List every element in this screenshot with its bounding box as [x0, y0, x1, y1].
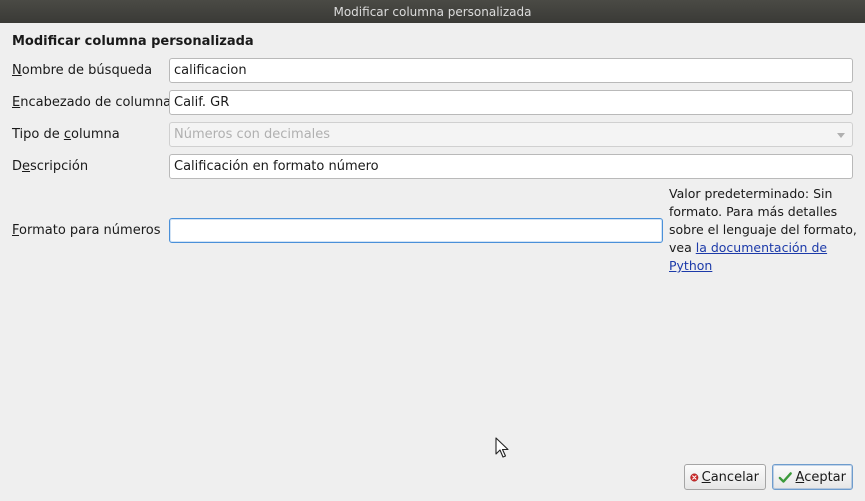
number-format-help: Valor predeterminado: Sin formato. Para … [669, 186, 857, 273]
lookup-name-label: Nombre de búsqueda [12, 63, 153, 78]
form-heading: Modificar columna personalizada [12, 34, 254, 49]
title-bar[interactable]: Modificar columna personalizada [0, 0, 865, 23]
lookup-name-input[interactable]: calificacion [169, 58, 853, 83]
cancel-button-label: Cancelar [701, 469, 759, 485]
column-heading-input[interactable]: Calif. GR [169, 90, 853, 115]
column-type-select[interactable]: Números con decimales [169, 122, 853, 147]
column-heading-label: Encabezado de columna [12, 95, 172, 110]
dialog-content: Modificar columna personalizada Nombre d… [0, 23, 865, 501]
mouse-pointer-icon [495, 437, 509, 458]
accept-button-label: Aceptar [795, 469, 846, 485]
description-input[interactable]: Calificación en formato número [169, 154, 853, 179]
column-type-label: Tipo de columna [12, 127, 120, 142]
window-title: Modificar columna personalizada [333, 4, 532, 19]
cancel-circle-icon [690, 473, 699, 481]
dialog-window: Modificar columna personalizada Modifica… [0, 0, 865, 501]
column-type-selected: Números con decimales [174, 127, 331, 142]
accept-button[interactable]: Aceptar [772, 464, 853, 490]
number-format-label: Formato para números [12, 223, 161, 238]
description-label: Descripción [12, 159, 89, 174]
cancel-button[interactable]: Cancelar [684, 464, 766, 490]
chevron-down-icon [837, 133, 845, 138]
checkmark-icon [778, 471, 792, 483]
number-format-input[interactable] [169, 218, 663, 243]
